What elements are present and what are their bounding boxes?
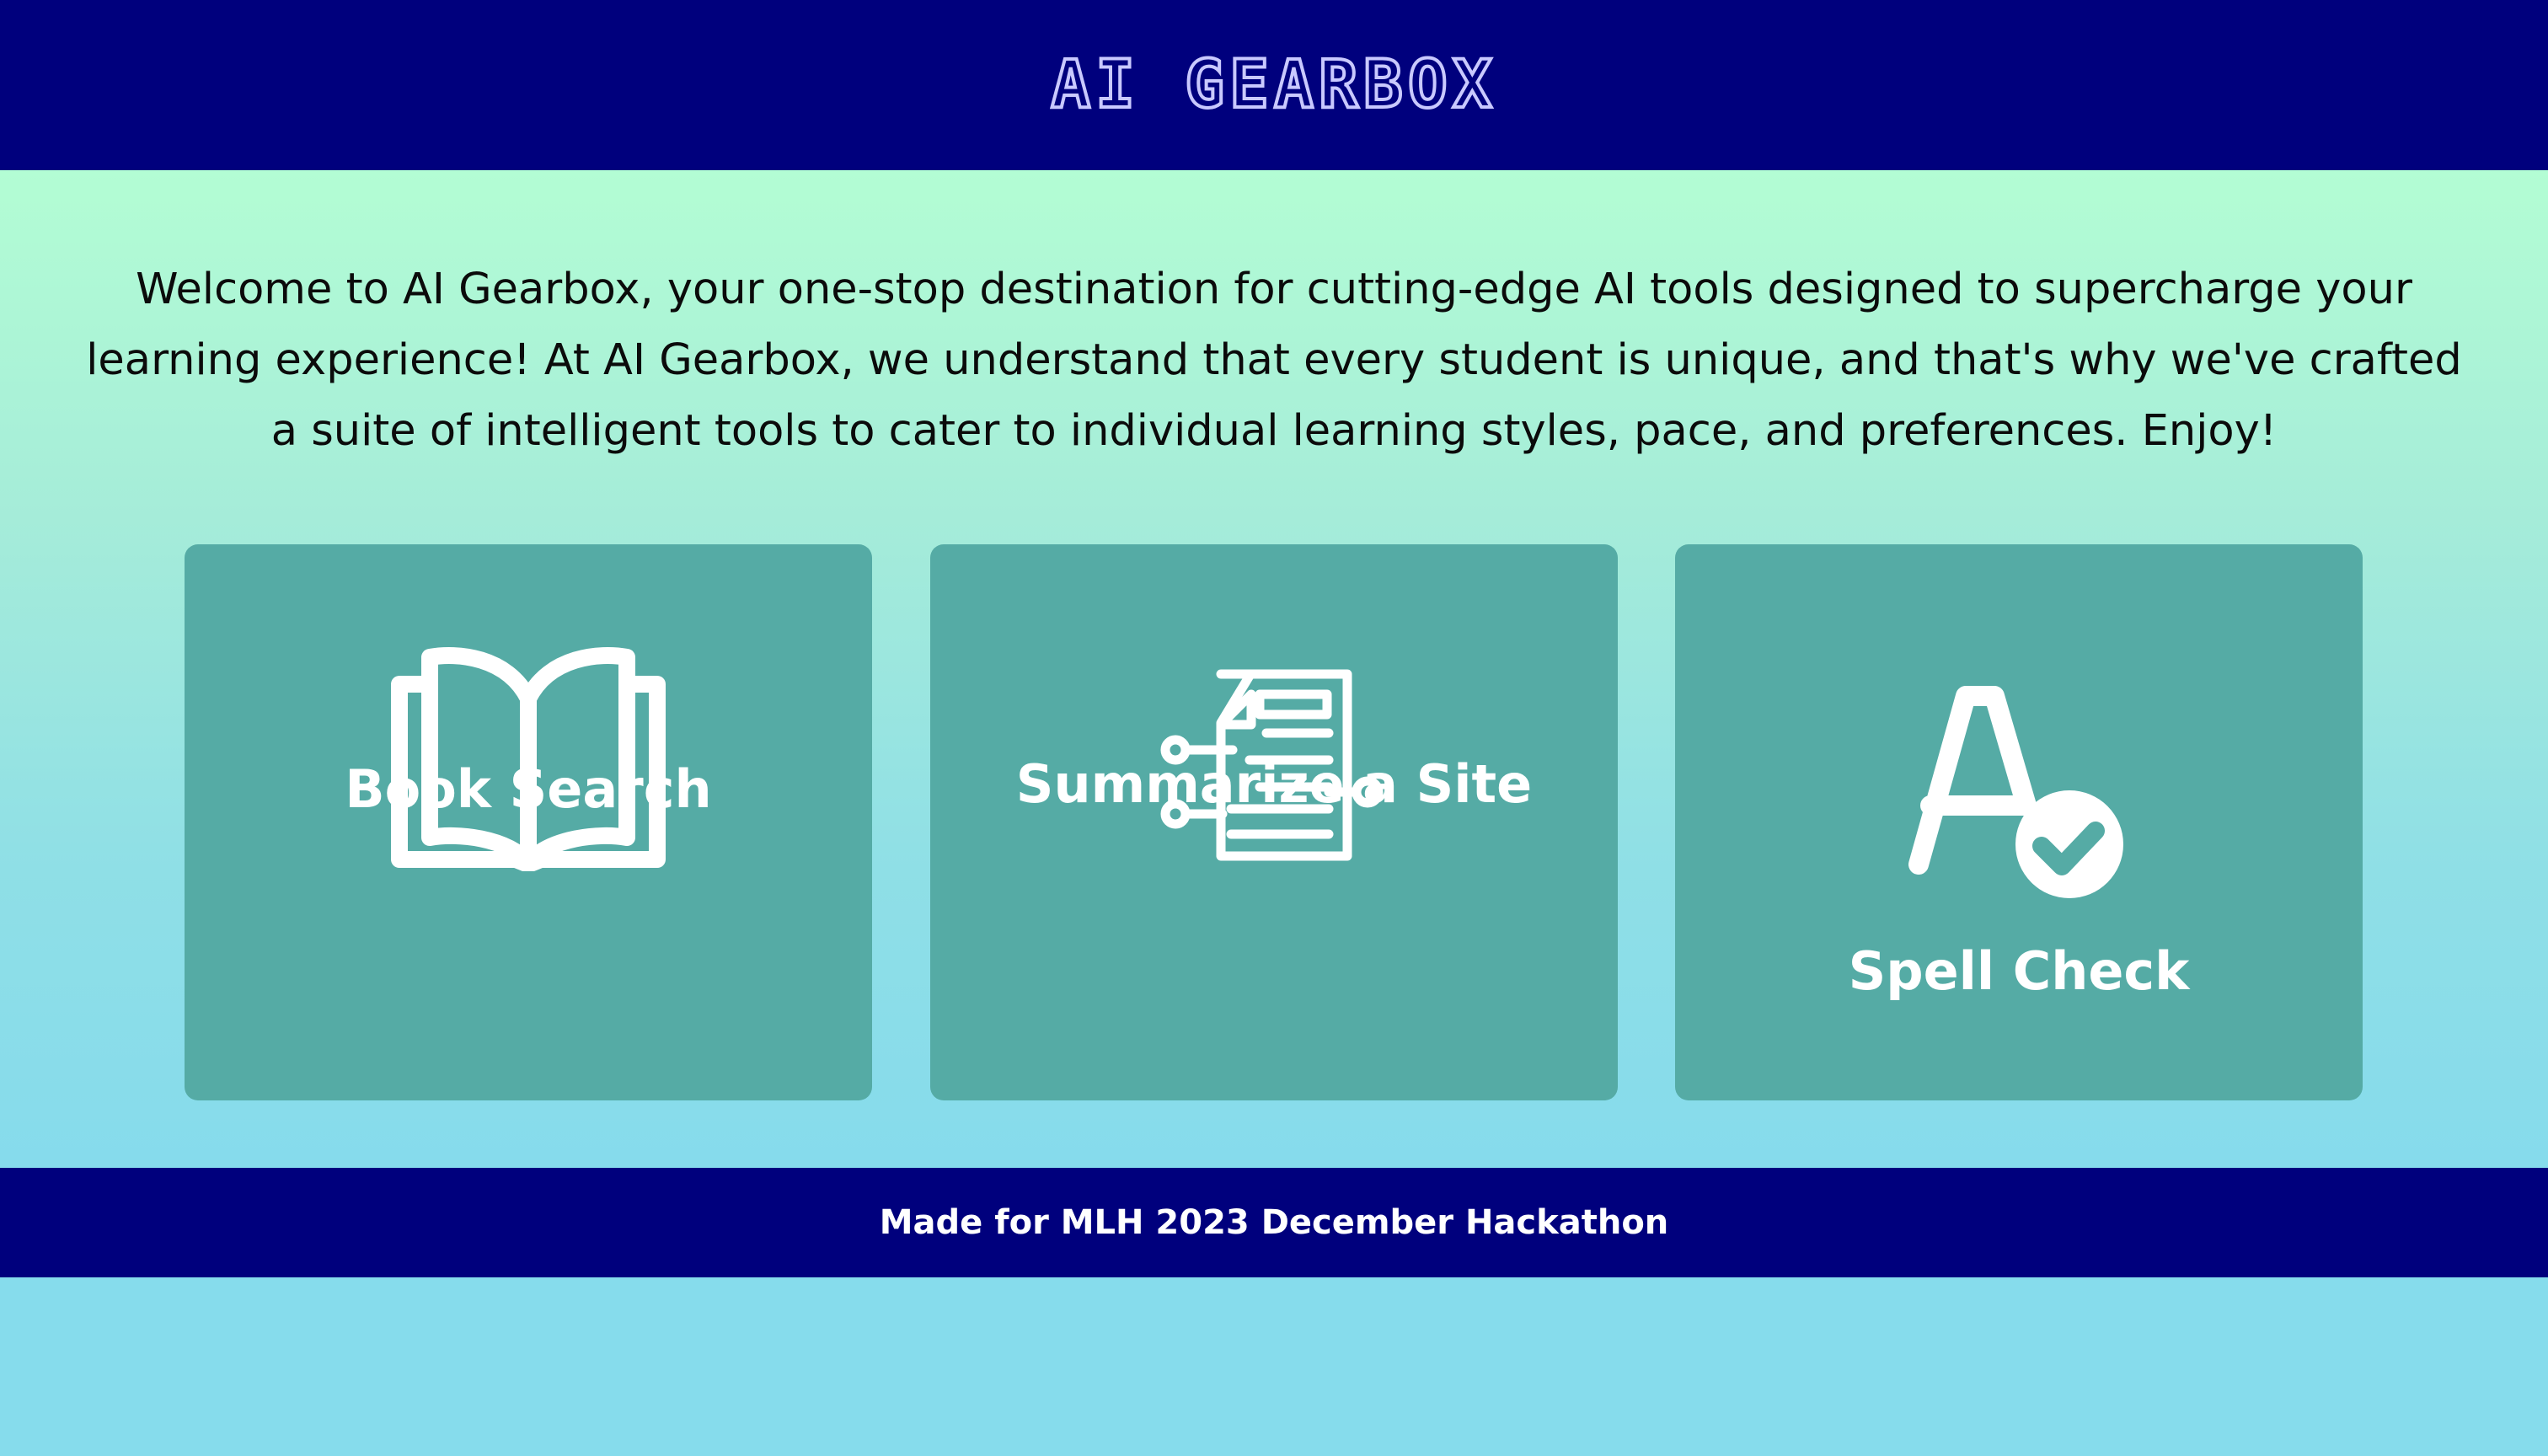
spell-check-label: Spell Check (1848, 940, 2190, 1002)
site-footer: Made for MLH 2023 December Hackathon (0, 1168, 2548, 1277)
spell-check-card[interactable]: Spell Check (1675, 544, 2363, 1100)
book-search-label: Book Search (345, 758, 712, 820)
open-book-icon (185, 644, 872, 871)
site-header: AI GEARBOX (0, 0, 2548, 170)
summarize-site-card[interactable]: Summarize a Site (930, 544, 1618, 1100)
book-search-card[interactable]: Book Search (185, 544, 872, 1100)
summarize-site-label: Summarize a Site (1015, 753, 1533, 815)
intro-paragraph: Welcome to AI Gearbox, your one-stop des… (86, 265, 2462, 456)
site-logo[interactable]: AI GEARBOX (1049, 46, 1497, 125)
footer-text: Made for MLH 2023 December Hackathon (879, 1203, 1669, 1242)
spell-check-icon (1675, 679, 2363, 907)
main-section: Welcome to AI Gearbox, your one-stop des… (0, 170, 2548, 1168)
